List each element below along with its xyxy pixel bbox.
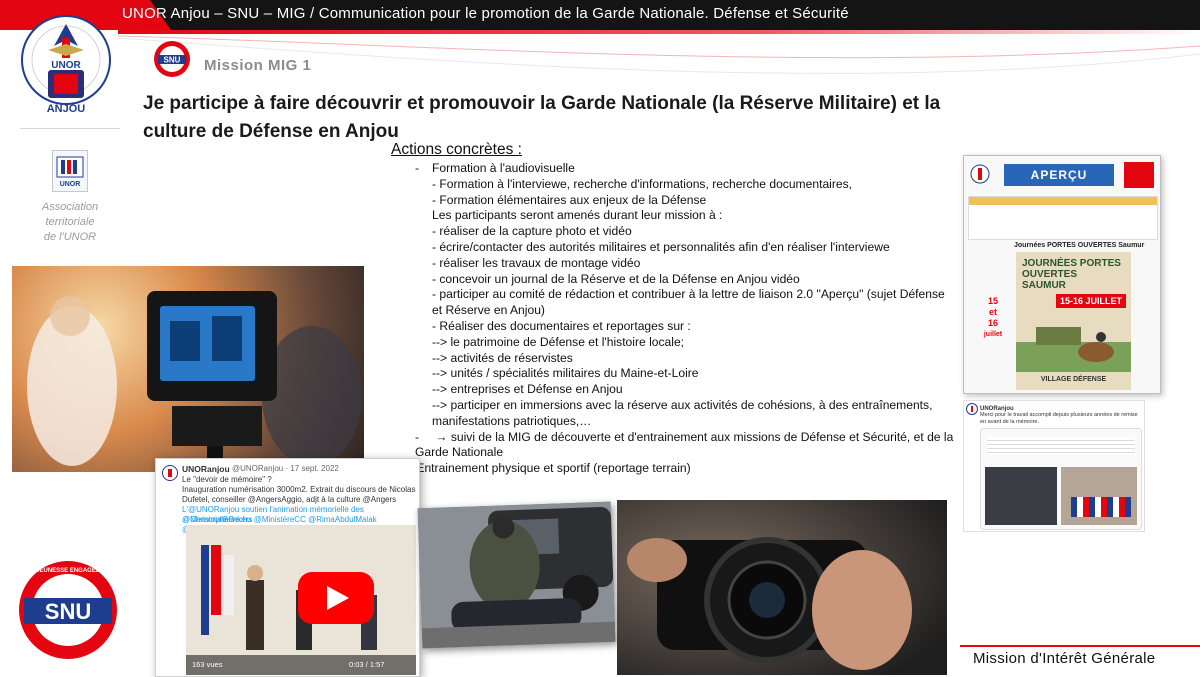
snu-ring-text: JEUNESSE ENGAGÉE: [36, 566, 100, 574]
list-item: Les participants seront amenés durant le…: [432, 208, 723, 223]
list-item: - participer au comité de rédaction et c…: [432, 287, 945, 318]
list-item: - réaliser les travaux de montage vidéo: [432, 255, 641, 270]
association-caption-line: Association: [41, 201, 99, 213]
list-item: - Réaliser des documentaires et reportag…: [432, 318, 691, 333]
list-item: --> unités / spécialités militaires du M…: [432, 366, 699, 381]
arrest-photo-illustration: [417, 501, 616, 649]
list-item: → suivi de la MIG de découverte et d'ent…: [415, 430, 955, 462]
tweet-handle: @UNORanjou · 17 sept. 2022: [232, 464, 339, 473]
snu-small-text: SNU: [164, 56, 181, 65]
tweet2-quote: [980, 428, 1142, 530]
tweet-line: Inauguration numérisation 3000m2. Extrai…: [182, 485, 416, 494]
right-arrow-icon: →: [435, 429, 451, 444]
unor-logo-text: UNOR: [51, 60, 81, 71]
newsletter-banner: APERÇU: [1004, 164, 1114, 186]
mission-label: Mission MIG 1: [204, 57, 312, 74]
list-item: - écrire/contacter des autorités militai…: [432, 239, 890, 254]
header-stripe: [118, 30, 1200, 34]
photographer-illustration: [617, 500, 947, 675]
tweet-card-memorial[interactable]: UNORanjou Merci pour le travail accompli…: [963, 400, 1145, 532]
list-item: - réaliser de la capture photo et vidéo: [432, 224, 632, 239]
association-caption: Association territoriale de l'UNOR: [22, 200, 118, 245]
photographer-photo: [617, 500, 947, 675]
arrest-training-photo: [417, 501, 616, 649]
unor-avatar: [162, 465, 178, 481]
jpo-poster: JOURNÉES PORTES OUVERTES SAUMUR 15-16 JU…: [1016, 252, 1131, 390]
tweet2-photo-1: [985, 467, 1057, 525]
tweet2-photo-2: [1061, 467, 1137, 525]
tweet2-quote-text: [987, 437, 1135, 455]
newsletter-event: Journées PORTES OUVERTES Saumur: [1014, 242, 1145, 249]
unor-avatar: [966, 403, 978, 415]
actions-list: Formation à l'audiovisuelle - Formation …: [409, 161, 955, 477]
poster-village: VILLAGE DÉFENSE: [1040, 376, 1107, 383]
camera-photo-illustration: [27, 291, 362, 472]
poster-dates: 15-16 JUILLET: [1056, 294, 1127, 308]
list-item: - Formation élémentaires aux enjeux de l…: [432, 192, 707, 207]
poster-illustration: [1016, 327, 1131, 372]
tweet-video-card[interactable]: UNORanjou @UNORanjou · 17 sept. 2022 Le …: [155, 458, 420, 677]
list-item: --> participer en immersions avec la rés…: [432, 397, 933, 428]
list-item: Formation à l'audiovisuelle: [415, 161, 955, 177]
header-title: UNOR Anjou – SNU – MIG / Communication p…: [122, 5, 849, 22]
assoc-logo-text: UNOR: [60, 181, 81, 188]
video-views: 163 vues: [192, 660, 223, 669]
play-icon[interactable]: [298, 572, 374, 624]
footer-text: Mission d'Intérêt Générale: [973, 650, 1156, 667]
newsletter-dates: 15 et 16 juillet: [983, 296, 1003, 338]
association-caption-line: territoriale: [45, 216, 95, 228]
poster-title: JOURNÉES PORTES OUVERTES SAUMUR: [1022, 258, 1121, 291]
unor-logo-anjou: ANJOU: [47, 103, 86, 115]
list-item: --> activités de réservistes: [432, 350, 573, 365]
page-title: Je participe à faire découvrir et promou…: [143, 93, 941, 142]
tweet2-text: Merci pour le travail accompli depuis pl…: [980, 412, 1138, 425]
camera-interview-photo: [12, 266, 364, 472]
newsletter-table: [968, 196, 1158, 240]
snu-logo-small: SNU: [154, 41, 190, 77]
tweet-author: UNORanjou: [182, 464, 230, 474]
video-time: 0:03 / 1:57: [349, 660, 385, 669]
snu-logo-large: SNU JEUNESSE ENGAGÉE: [19, 561, 117, 659]
list-item: - concevoir un journal de la Réserve et …: [432, 271, 800, 286]
left-separator: [20, 128, 120, 129]
header-bar: UNOR Anjou – SNU – MIG / Communication p…: [0, 0, 1200, 30]
association-caption-line: de l'UNOR: [43, 231, 97, 243]
list-item: --> le patrimoine de Défense et l'histoi…: [432, 334, 685, 349]
list-item: --> entreprises et Défense en Anjou: [432, 382, 623, 397]
newsletter-red-block: [1124, 162, 1154, 188]
tweet-video[interactable]: 163 vues 0:03 / 1:57: [186, 525, 416, 675]
unor-anjou-logo: UNOR ANJOU: [21, 15, 111, 115]
list-item: - Formation à l'interviewe, recherche d'…: [432, 176, 853, 191]
newsletter-logo: [970, 164, 990, 184]
unor-association-logo: UNOR: [52, 150, 88, 192]
tweet-line: Dufetel, conseiller @AngersAggio, adjt à…: [182, 495, 397, 504]
footer-line: [960, 645, 1200, 647]
tweet-line: Le "devoir de mémoire" ?: [182, 475, 272, 484]
actions-heading: Actions concrètes :: [391, 141, 522, 158]
apercu-newsletter: APERÇU Journées PORTES OUVERTES Saumur J…: [963, 155, 1161, 394]
list-item: - Entrainement physique et sportif (repo…: [409, 461, 691, 476]
snu-big-text: SNU: [45, 599, 91, 624]
